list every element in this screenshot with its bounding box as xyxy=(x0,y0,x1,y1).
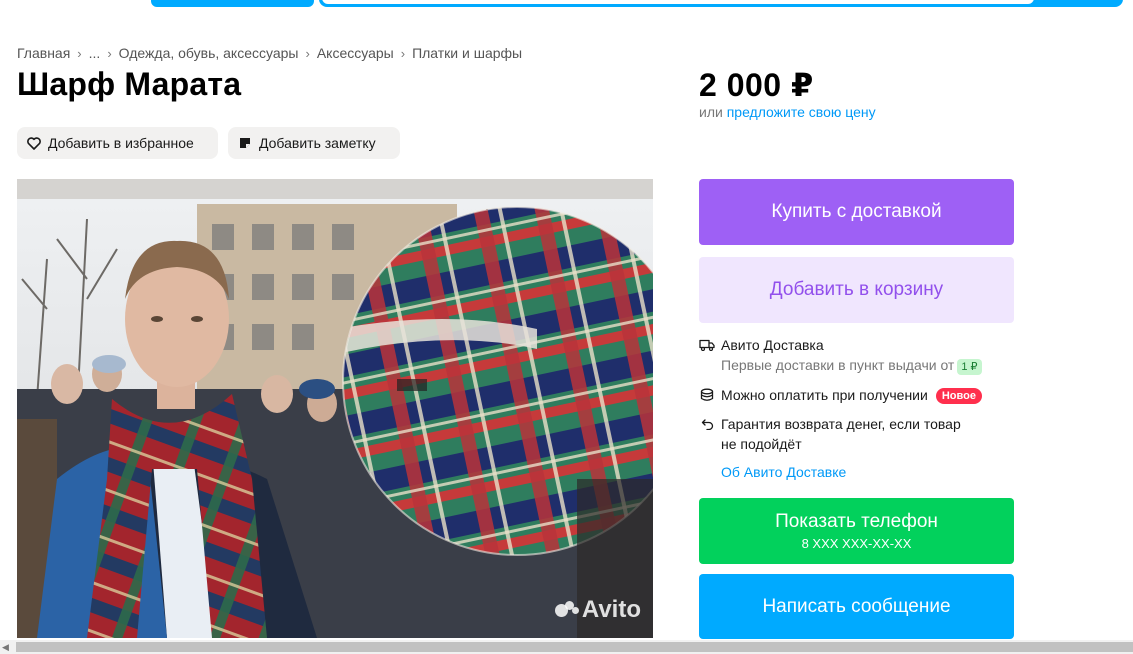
avito-watermark-text: Avito xyxy=(581,596,641,623)
add-note-button[interactable]: Добавить заметку xyxy=(228,127,400,159)
buy-with-delivery-label: Купить с доставкой xyxy=(771,201,942,222)
delivery-title: Авито Доставка xyxy=(721,337,824,353)
horizontal-scrollbar[interactable]: ◀ xyxy=(0,640,1133,654)
breadcrumb-scarves[interactable]: Платки и шарфы xyxy=(412,45,522,61)
delivery-subtitle: Первые доставки в пункт выдачи от 1 ₽ xyxy=(721,355,982,375)
delivery-price-badge: 1 ₽ xyxy=(957,359,982,375)
listing-photo[interactable]: Avito xyxy=(17,179,653,638)
breadcrumb-ellipsis[interactable]: ... xyxy=(89,45,101,61)
return-arrow-icon xyxy=(699,414,715,434)
delivery-info: Авито Доставка Первые доставки в пункт в… xyxy=(699,335,982,375)
payment-text: Можно оплатить при получении xyxy=(721,387,928,403)
price-offer-prefix: или xyxy=(699,104,723,120)
guarantee-line-1: Гарантия возврата денег, если товар xyxy=(721,416,961,432)
show-phone-button[interactable]: Показать телефон 8 XXX XXX-XX-XX xyxy=(699,498,1014,564)
catalog-button[interactable] xyxy=(151,0,314,7)
add-favorite-label: Добавить в избранное xyxy=(48,135,194,151)
breadcrumb-home[interactable]: Главная xyxy=(17,45,70,61)
add-favorite-button[interactable]: Добавить в избранное xyxy=(17,127,218,159)
price-offer: или предложите свою цену xyxy=(699,104,876,120)
add-note-label: Добавить заметку xyxy=(259,135,376,151)
guarantee-info: Гарантия возврата денег, если товар не п… xyxy=(699,414,961,454)
write-message-button[interactable]: Написать сообщение xyxy=(699,574,1014,639)
coins-icon xyxy=(699,385,715,405)
avito-watermark: Avito xyxy=(554,596,641,624)
new-badge: Новое xyxy=(935,388,982,404)
phone-number-masked: 8 XXX XXX-XX-XX xyxy=(801,536,912,551)
page-title: Шарф Марата xyxy=(17,66,242,102)
guarantee-line-2: не подойдёт xyxy=(721,436,802,452)
breadcrumb-separator-icon: › xyxy=(107,45,112,61)
heart-icon xyxy=(27,136,41,150)
about-delivery-link[interactable]: Об Авито Доставке xyxy=(721,464,846,480)
breadcrumb-accessories[interactable]: Аксессуары xyxy=(317,45,394,61)
add-to-cart-button[interactable]: Добавить в корзину xyxy=(699,257,1014,323)
photo-illustration xyxy=(17,179,653,638)
delivery-subtitle-text: Первые доставки в пункт выдачи от xyxy=(721,357,955,373)
breadcrumb: Главная › ... › Одежда, обувь, аксессуар… xyxy=(17,45,522,61)
show-phone-label: Показать телефон xyxy=(775,511,938,532)
breadcrumb-separator-icon: › xyxy=(400,45,406,61)
breadcrumb-separator-icon: › xyxy=(77,45,82,61)
buy-with-delivery-button[interactable]: Купить с доставкой xyxy=(699,179,1014,245)
scroll-left-arrow-icon[interactable]: ◀ xyxy=(2,642,9,653)
search-input[interactable] xyxy=(322,0,1034,4)
price: 2 000 ₽ xyxy=(699,67,814,103)
payment-info: Можно оплатить при получении Новое xyxy=(699,385,982,405)
avito-logo-icon xyxy=(554,600,579,617)
write-message-label: Написать сообщение xyxy=(762,595,951,617)
truck-icon xyxy=(699,335,715,355)
breadcrumb-clothing[interactable]: Одежда, обувь, аксессуары xyxy=(119,45,299,61)
scrollbar-thumb[interactable] xyxy=(16,642,1133,652)
add-to-cart-label: Добавить в корзину xyxy=(769,279,944,300)
note-icon xyxy=(238,136,252,150)
breadcrumb-separator-icon: › xyxy=(305,45,310,61)
price-offer-link[interactable]: предложите свою цену xyxy=(727,104,876,120)
